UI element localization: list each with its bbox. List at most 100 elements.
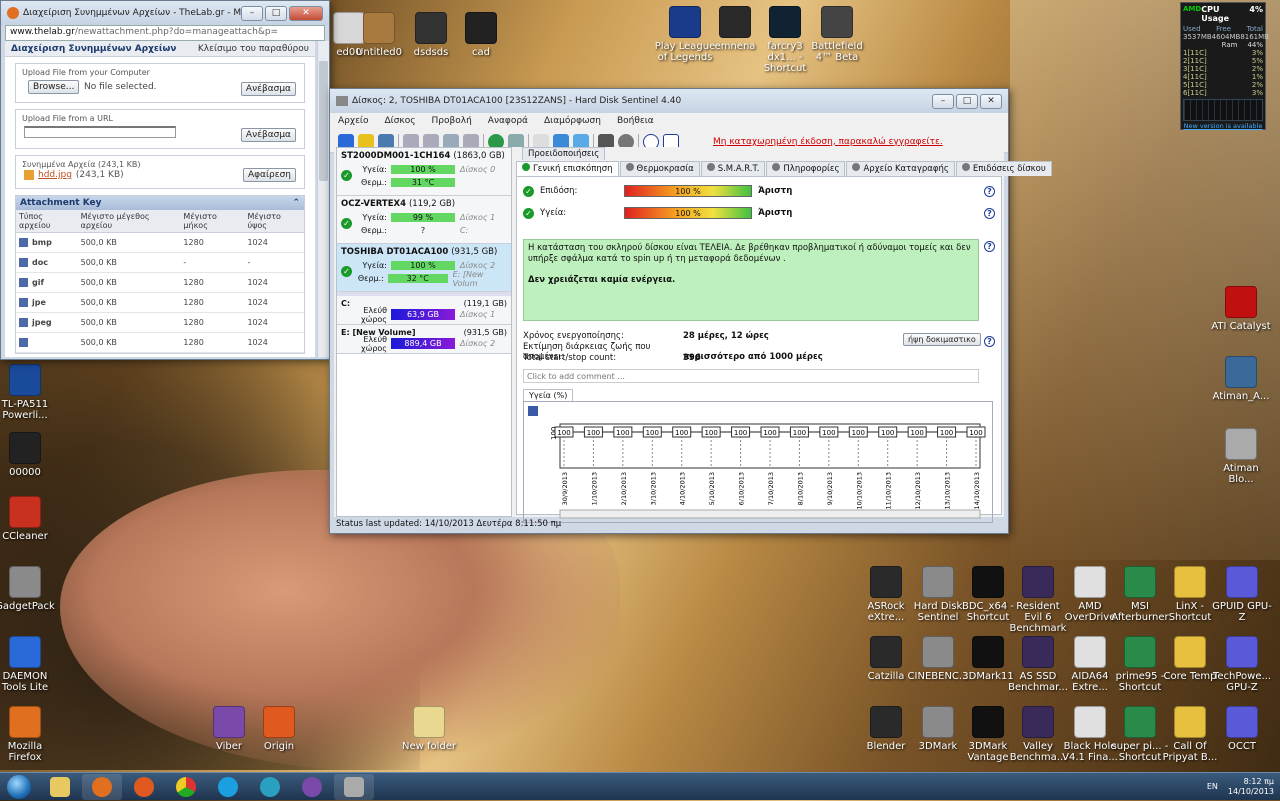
desktop-icon[interactable]: Origin [248, 706, 310, 752]
viber-icon [302, 776, 322, 797]
url-path: /newattachment.php?do=manageattach&p= [74, 27, 279, 37]
health-label: Υγεία: [540, 208, 567, 218]
firefox-titlebar[interactable]: Διαχείριση Συνημμένων Αρχείων - TheLab.g… [1, 1, 329, 25]
disk-item[interactable]: ST2000DM001-1CH164 (1863,0 GB) ✓ Υγεία: 100… [337, 148, 511, 196]
status-action: Δεν χρειάζεται καμία ενέργεια. [528, 275, 676, 285]
tab-3[interactable]: Πληροφορίες [766, 161, 846, 176]
collapse-icon[interactable]: ⌃ [292, 198, 300, 208]
desktop-icon[interactable]: TL-PA511 Powerli... [0, 364, 56, 421]
tab-1[interactable]: Θερμοκρασία [619, 161, 700, 176]
cpu-usage-gadget[interactable]: AMD CPU Usage 4% Used Free Total 3537MB 4604M… [1180, 2, 1269, 130]
menu-item[interactable]: Προβολή [432, 116, 472, 128]
hard-disk-icon [344, 776, 364, 797]
performance-label: Επιδόση: [540, 186, 578, 196]
data-label: 100 [940, 429, 953, 437]
partition-item[interactable]: C: (119,1 GB) Ελεύθ χώρος 63,9 GB Δίσκος 1 [337, 296, 511, 325]
partition-item[interactable]: E: [New Volume] (931,5 GB) Ελεύθ χώρος 889,… [337, 325, 511, 354]
hds-body: ST2000DM001-1CH164 (1863,0 GB) ✓ Υγεία: 100… [334, 147, 1052, 523]
taskbar-origin[interactable] [124, 774, 164, 800]
disk-item[interactable]: TOSHIBA DT01ACA100 (931,5 GB) ✓ Υγεία: 100 … [337, 244, 511, 292]
desktop-icon[interactable]: ATI Catalyst [1210, 286, 1272, 332]
language-indicator[interactable]: EN [1207, 782, 1218, 792]
hds-window[interactable]: Δίσκος: 2, TOSHIBA DT01ACA100 [23S12ZANS… [329, 88, 1052, 534]
menu-item[interactable]: Διαμόρφωση [544, 116, 601, 128]
gadget-col-free: Free [1216, 25, 1232, 33]
close-button[interactable]: ✕ [289, 5, 323, 21]
disk-item[interactable]: OCZ-VERTEX4 (119,2 GB) ✓ Υγεία: 99 % Δίσκος … [337, 196, 511, 244]
help-icon[interactable]: ? [984, 241, 995, 252]
chart-tab[interactable]: Υγεία (%) [523, 389, 574, 401]
upload-url-box: Upload File from a URL Ανέβασμα [15, 109, 305, 149]
help-icon[interactable]: ? [984, 208, 995, 219]
menu-item[interactable]: Αρχείο [338, 116, 369, 128]
browse-button[interactable]: Browse... [28, 80, 80, 94]
taskbar-firefox[interactable] [82, 773, 122, 800]
tab-0[interactable]: Γενική επισκόπηση [516, 161, 619, 176]
gadget-col-used: Used [1183, 25, 1201, 33]
taskbar-chrome[interactable] [166, 774, 206, 800]
menu-item[interactable]: Αναφορά [488, 116, 528, 128]
test-button[interactable]: ήψη δοκιμαστικο [903, 333, 981, 346]
desktop-icon[interactable]: CCleaner [0, 496, 56, 542]
desktop-icon[interactable]: DAEMON Tools Lite [0, 636, 56, 693]
upload-button[interactable]: Ανέβασμα [240, 82, 296, 96]
desktop-icon[interactable]: 00000 [0, 432, 56, 478]
menu-item[interactable]: Βοήθεια [617, 116, 654, 128]
taskbar-explorer[interactable] [40, 774, 80, 800]
desktop-icon[interactable]: GPUID GPU-Z [1211, 566, 1273, 623]
attachment-table: Τύπος αρχείου Μέγιστο μέγεθος αρχείου Μέγι… [16, 210, 304, 353]
disk-ref: Δίσκος 1 [460, 213, 496, 222]
desktop-icon[interactable]: Atiman Blo... [1210, 428, 1272, 485]
url-input[interactable] [24, 126, 176, 138]
save-icon[interactable] [528, 406, 538, 416]
clock-date: 14/10/2013 [1227, 787, 1274, 796]
maximize-button[interactable]: □ [956, 93, 978, 109]
menu-item[interactable]: Δίσκος [385, 116, 416, 128]
url-bar[interactable]: www.thelab.gr/newattachment.php?do=manag… [5, 25, 325, 41]
help-icon[interactable]: ? [984, 186, 995, 197]
minimize-button[interactable]: – [932, 93, 954, 109]
upload-url-button[interactable]: Ανέβασμα [240, 128, 296, 142]
tab-2[interactable]: S.M.A.R.T. [700, 161, 766, 176]
minimize-button[interactable]: – [241, 5, 263, 21]
scrollbar[interactable] [317, 41, 329, 357]
core-label: 4[11C] [1183, 73, 1207, 81]
tab-5[interactable]: Επιδόσεις δίσκου [955, 161, 1052, 176]
firefox-window[interactable]: Διαχείριση Συνημμένων Αρχείων - TheLab.g… [0, 0, 330, 360]
help-icon[interactable]: ? [984, 336, 995, 347]
desktop-icon[interactable]: Atiman_A... [1210, 356, 1272, 402]
taskbar-viber[interactable] [292, 774, 332, 800]
comment-input[interactable] [523, 369, 979, 383]
taskbar-hds[interactable] [334, 773, 374, 800]
status-description: Η κατάσταση του σκληρού δίσκου είναι ΤΕΛ… [523, 239, 979, 321]
origin-icon [134, 776, 154, 797]
attached-file-link[interactable]: hdd.jpg [38, 170, 72, 180]
hds-titlebar[interactable]: Δίσκος: 2, TOSHIBA DT01ACA100 [23S12ZANS… [330, 89, 1008, 113]
desktop-icon[interactable]: Battlefield 4™ Beta [806, 6, 868, 63]
clock[interactable]: 8:12 πμ 14/10/2013 [1228, 777, 1274, 797]
taskbar-app[interactable] [250, 774, 290, 800]
attached-file-size: (243,1 KB) [75, 170, 124, 180]
desktop-icon[interactable]: New folder [398, 706, 460, 752]
partition-ref: Δίσκος 1 [460, 310, 496, 319]
taskbar-skype[interactable] [208, 774, 248, 800]
desktop-icon[interactable]: cad [450, 12, 512, 58]
hds-app-icon [336, 96, 348, 106]
unregistered-link[interactable]: Μη καταχωρημένη έκδοση, παρακαλώ εγγραφε… [713, 137, 943, 147]
file-type-icon [19, 238, 28, 247]
gadget-update-link[interactable]: New version is available [1183, 122, 1263, 130]
desktop-icon[interactable]: Mozilla Firefox [0, 706, 56, 763]
desktop-icon[interactable]: GadgetPack [0, 566, 56, 612]
desktop-icon[interactable]: TechPowe... GPU-Z [1211, 636, 1273, 693]
desktop-icon[interactable]: OCCT [1211, 706, 1273, 752]
chart-scrollbar[interactable] [559, 509, 981, 519]
close-button[interactable]: ✕ [980, 93, 1002, 109]
startstop-value: 396 [683, 353, 701, 363]
close-window-link[interactable]: Κλείσιμο του παραθύρου [198, 44, 309, 54]
x-tick-label: 7/10/2013 [767, 472, 775, 505]
tab-4[interactable]: Αρχείο Καταγραφής [846, 161, 955, 176]
tab-warnings[interactable]: Προειδοποιήσεις [522, 147, 606, 160]
remove-button[interactable]: Αφαίρεση [242, 168, 296, 182]
maximize-button[interactable]: □ [265, 5, 287, 21]
start-button[interactable] [0, 773, 38, 801]
